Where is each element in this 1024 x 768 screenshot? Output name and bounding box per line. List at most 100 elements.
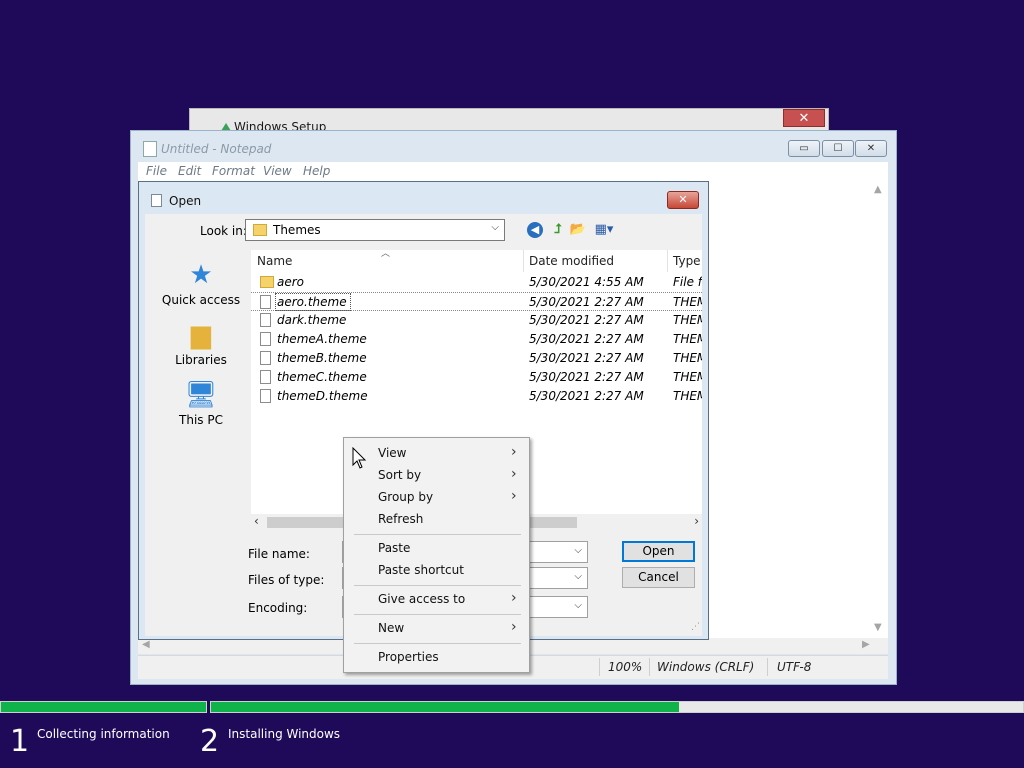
file-date: 5/30/2021 4:55 AM: [529, 275, 644, 289]
chevron-down-icon[interactable]: ⌵: [574, 600, 582, 611]
dialog-close-button[interactable]: ✕: [667, 191, 699, 209]
status-separator: [767, 658, 768, 676]
file-row[interactable]: themeA.theme 5/30/2021 2:27 AM THEM: [251, 330, 702, 349]
step1-label: Collecting information: [37, 727, 170, 741]
file-row[interactable]: dark.theme 5/30/2021 2:27 AM THEM: [251, 311, 702, 330]
place-quick-access[interactable]: ★ Quick access: [151, 260, 251, 307]
ctx-give-access-to[interactable]: Give access to: [378, 592, 465, 606]
chevron-right-icon: ›: [511, 488, 517, 504]
minimize-button[interactable]: ▭: [788, 140, 820, 157]
notepad-menubar: File Edit Format View Help: [138, 162, 888, 182]
place-libraries[interactable]: ▆ Libraries: [151, 320, 251, 367]
place-label: This PC: [179, 413, 223, 427]
file-icon: [260, 295, 271, 309]
dialog-title: Open: [169, 194, 202, 208]
menu-format[interactable]: Format: [212, 164, 255, 178]
status-separator: [599, 658, 600, 676]
computer-icon: 🖥: [184, 380, 218, 410]
status-separator: [649, 658, 650, 676]
file-date: 5/30/2021 2:27 AM: [529, 370, 644, 384]
menu-view[interactable]: View: [263, 164, 292, 178]
up-folder-icon[interactable]: ⮥: [549, 221, 567, 239]
step2-progress-fill: [211, 702, 679, 712]
step1-number: 1: [10, 724, 30, 759]
menu-edit[interactable]: Edit: [178, 164, 201, 178]
file-name: themeC.theme: [277, 370, 367, 384]
file-type: THEM: [673, 351, 702, 365]
scroll-left-icon[interactable]: ‹: [254, 514, 259, 528]
notepad-title: Untitled - Notepad: [161, 142, 272, 156]
files-of-type-label: Files of type:: [248, 573, 325, 587]
file-name: themeD.theme: [277, 389, 368, 403]
scroll-down-icon[interactable]: ▼: [874, 622, 882, 633]
places-bar: ★ Quick access ▆ Libraries 🖥 This PC: [151, 250, 243, 518]
file-date: 5/30/2021 2:27 AM: [529, 295, 644, 309]
column-date-modified[interactable]: Date modified: [529, 254, 614, 268]
menu-help[interactable]: Help: [303, 164, 330, 178]
notepad-vertical-scrollbar[interactable]: ▲ ▼: [871, 182, 888, 638]
menu-separator: [354, 614, 521, 615]
step2-progress-bar: [210, 701, 1024, 713]
views-menu-icon[interactable]: ▦▾: [591, 221, 617, 239]
menu-separator: [354, 585, 521, 586]
file-type: THEM: [673, 313, 702, 327]
maximize-button[interactable]: ☐: [822, 140, 854, 157]
ctx-new[interactable]: New: [378, 621, 404, 635]
place-this-pc[interactable]: 🖥 This PC: [151, 380, 251, 427]
folder-icon: [253, 224, 267, 236]
close-button[interactable]: ✕: [855, 140, 887, 157]
column-type[interactable]: Type: [673, 254, 701, 268]
file-row[interactable]: themeB.theme 5/30/2021 2:27 AM THEM: [251, 349, 702, 368]
open-button[interactable]: Open: [622, 541, 695, 562]
column-separator[interactable]: [523, 250, 524, 272]
file-row[interactable]: aero 5/30/2021 4:55 AM File fo: [251, 273, 702, 292]
ctx-sort-by[interactable]: Sort by: [378, 468, 421, 482]
scroll-right-icon[interactable]: ›: [694, 514, 699, 528]
place-label: Quick access: [161, 293, 241, 307]
star-icon: ★: [189, 260, 213, 290]
chevron-down-icon[interactable]: ⌵: [574, 545, 582, 556]
ctx-group-by[interactable]: Group by: [378, 490, 433, 504]
ctx-view[interactable]: View: [378, 446, 406, 460]
column-separator[interactable]: [667, 250, 668, 272]
file-type: THEM: [673, 389, 702, 403]
column-name[interactable]: Name: [257, 254, 292, 268]
ctx-paste[interactable]: Paste: [378, 541, 410, 555]
resize-grip-icon[interactable]: ⋰: [691, 622, 700, 632]
ctx-properties[interactable]: Properties: [378, 650, 439, 664]
look-in-value: Themes: [273, 223, 321, 237]
scroll-left-icon[interactable]: ◀: [142, 639, 150, 650]
chevron-down-icon[interactable]: ⌵: [574, 571, 582, 582]
file-date: 5/30/2021 2:27 AM: [529, 332, 644, 346]
file-type: File fo: [673, 275, 702, 289]
file-type: THEM: [673, 295, 702, 309]
file-name: themeA.theme: [277, 332, 367, 346]
menu-separator: [354, 643, 521, 644]
back-icon[interactable]: ◀: [527, 222, 543, 238]
cancel-button[interactable]: Cancel: [622, 567, 695, 588]
file-icon: [260, 351, 271, 365]
ctx-refresh[interactable]: Refresh: [378, 512, 423, 526]
step2-label: Installing Windows: [228, 727, 341, 741]
scroll-right-icon[interactable]: ▶: [862, 639, 870, 650]
look-in-dropdown[interactable]: Themes ⌵: [245, 219, 505, 241]
file-row-focused[interactable]: aero.theme 5/30/2021 2:27 AM THEM: [251, 292, 702, 311]
new-folder-icon[interactable]: 📂: [569, 221, 587, 239]
menu-file[interactable]: File: [146, 164, 167, 178]
chevron-right-icon: ›: [511, 466, 517, 482]
context-menu: View › Sort by › Group by › Refresh Past…: [343, 437, 530, 673]
step2-number: 2: [200, 724, 220, 759]
file-name: dark.theme: [277, 313, 347, 327]
file-date: 5/30/2021 2:27 AM: [529, 351, 644, 365]
file-row[interactable]: themeC.theme 5/30/2021 2:27 AM THEM: [251, 368, 702, 387]
file-icon: [260, 370, 271, 384]
file-row[interactable]: themeD.theme 5/30/2021 2:27 AM THEM: [251, 387, 702, 406]
step1-progress-bar: [0, 701, 207, 713]
file-name: themeB.theme: [277, 351, 367, 365]
scroll-up-icon[interactable]: ▲: [874, 184, 882, 195]
libraries-icon: ▆: [191, 320, 211, 350]
ctx-paste-shortcut[interactable]: Paste shortcut: [378, 563, 464, 577]
file-icon: [260, 389, 271, 403]
setup-close-button[interactable]: ✕: [783, 109, 825, 127]
file-name: aero: [277, 275, 305, 289]
